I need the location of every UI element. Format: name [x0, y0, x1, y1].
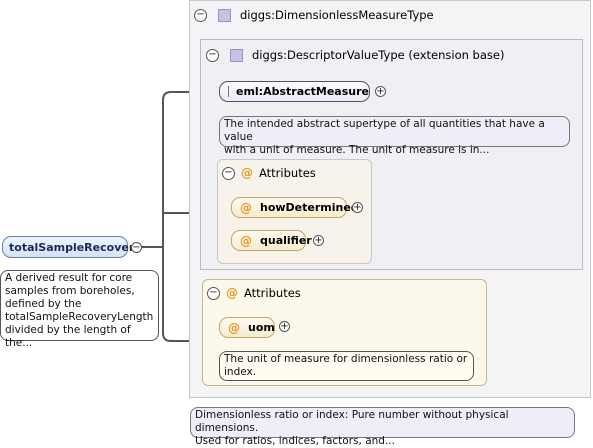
- attribute-icon: @: [240, 234, 252, 248]
- attributes-header: − @ Attributes: [207, 286, 301, 300]
- attribute-group-icon: @: [241, 166, 253, 180]
- type-panel-header: − diggs:DimensionlessMeasureType: [194, 8, 434, 22]
- collapse-icon[interactable]: −: [194, 9, 207, 22]
- complex-type-icon: [230, 49, 243, 62]
- collapse-icon[interactable]: −: [206, 49, 219, 62]
- attribute-how-determined[interactable]: @ howDetermined: [231, 197, 347, 218]
- root-element-node[interactable]: totalSampleRecovery: [2, 236, 128, 258]
- type-panel-title: diggs:DimensionlessMeasureType: [240, 8, 434, 22]
- abstract-measure-node[interactable]: eml:AbstractMeasure: [219, 81, 370, 102]
- abstract-measure-doc: The intended abstract supertype of all q…: [219, 116, 570, 147]
- collapse-icon[interactable]: −: [131, 242, 142, 253]
- expand-icon[interactable]: +: [313, 235, 324, 246]
- root-element-doc: A derived result for core samples from b…: [0, 270, 159, 341]
- expand-icon[interactable]: +: [375, 86, 386, 97]
- abstract-element-icon: [228, 86, 229, 97]
- attributes-title: Attributes: [244, 286, 301, 300]
- attribute-label: uom: [248, 321, 275, 334]
- extension-base-header: − diggs:DescriptorValueType (extension b…: [206, 48, 504, 62]
- uom-doc: The unit of measure for dimensionless ra…: [219, 351, 474, 381]
- attribute-icon: @: [228, 321, 240, 335]
- collapse-icon[interactable]: −: [222, 167, 235, 180]
- complex-type-icon: [218, 9, 231, 22]
- collapse-icon[interactable]: −: [207, 287, 220, 300]
- attribute-qualifier[interactable]: @ qualifier: [231, 230, 306, 251]
- attribute-label: howDetermined: [260, 201, 359, 214]
- root-element-label: totalSampleRecovery: [9, 241, 141, 254]
- attribute-uom[interactable]: @ uom: [219, 317, 275, 338]
- expand-icon[interactable]: +: [352, 202, 363, 213]
- abstract-measure-label: eml:AbstractMeasure: [236, 85, 369, 98]
- base-attributes-header: − @ Attributes: [222, 166, 316, 180]
- attribute-label: qualifier: [260, 234, 312, 247]
- base-attributes-title: Attributes: [259, 166, 316, 180]
- extension-base-title: diggs:DescriptorValueType (extension bas…: [252, 48, 504, 62]
- attribute-icon: @: [240, 201, 252, 215]
- type-doc: Dimensionless ratio or index: Pure numbe…: [190, 407, 575, 438]
- expand-icon[interactable]: +: [279, 321, 290, 332]
- attribute-group-icon: @: [226, 286, 238, 300]
